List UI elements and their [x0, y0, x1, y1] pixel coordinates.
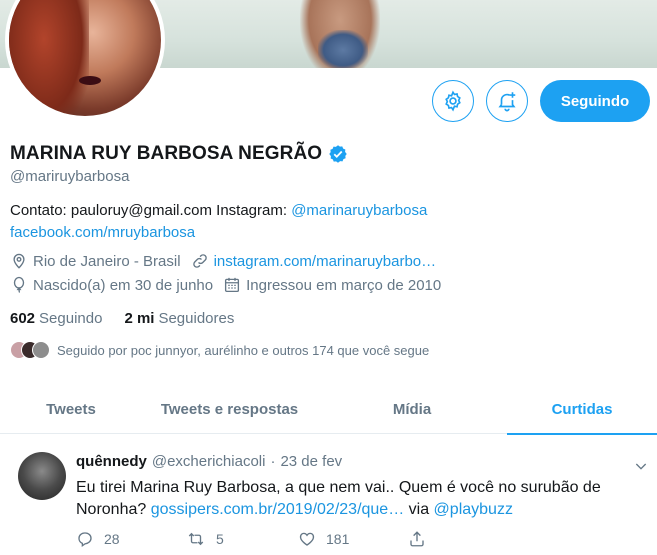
location-pin-icon — [13, 253, 25, 269]
profile-avatar[interactable] — [5, 0, 165, 120]
profile-stats: 602 Seguindo 2 mi Seguidores — [10, 310, 234, 327]
verified-badge-icon — [329, 145, 347, 163]
followed-by-row[interactable]: Seguido por poc junnyor, aurélinho e out… — [10, 341, 429, 359]
bio-instagram-link[interactable]: @marinaruybarbosa — [291, 202, 427, 219]
tweet-separator: · — [270, 453, 276, 470]
bio-text: Contato: pauloruy@gmail.com Instagram: — [10, 202, 292, 219]
chevron-down-icon[interactable] — [633, 458, 649, 474]
tweet-card[interactable]: quênnedy @excherichiacoli · 23 de fev Eu… — [0, 444, 657, 555]
heart-icon — [299, 532, 315, 546]
tweet-author-avatar[interactable] — [18, 452, 66, 500]
followers-stat[interactable]: 2 mi Seguidores — [124, 310, 234, 327]
reply-icon — [78, 532, 92, 548]
following-count: 602 — [10, 310, 36, 327]
avatar-image — [9, 0, 161, 116]
followed-by-text: Seguido por poc junnyor, aurélinho e out… — [57, 342, 430, 358]
retweet-icon — [188, 532, 204, 546]
tweet-mention[interactable]: @playbuzz — [434, 501, 513, 518]
website-link[interactable]: instagram.com/marinaruybarbo… — [214, 253, 437, 270]
mini-avatar — [32, 341, 50, 359]
banner-photo-detail — [318, 30, 368, 68]
joined-text: Ingressou em março de 2010 — [246, 276, 442, 294]
calendar-icon — [225, 277, 240, 293]
reply-button[interactable]: 28 — [76, 530, 186, 548]
tab-tweets[interactable]: Tweets — [0, 384, 142, 434]
tweet-header: quênnedy @excherichiacoli · 23 de fev — [76, 453, 342, 470]
settings-button[interactable] — [432, 80, 474, 122]
profile-website[interactable]: instagram.com/marinaruybarbo… — [191, 252, 437, 270]
profile-name: MARINA RUY BARBOSA NEGRÃO — [10, 143, 323, 164]
tweet-actions: 28 5 181 — [76, 530, 436, 548]
like-button[interactable]: 181 — [298, 530, 408, 548]
profile-name-row: MARINA RUY BARBOSA NEGRÃO — [10, 143, 348, 165]
birthday-text: Nascido(a) em 30 de junho — [33, 276, 214, 294]
profile-joined: Ingressou em março de 2010 — [223, 276, 441, 294]
share-icon — [410, 531, 424, 547]
avatar-lips — [79, 76, 101, 85]
avatar-hair — [9, 0, 89, 116]
profile-meta-row-1: Rio de Janeiro - Brasil instagram.com/ma… — [10, 252, 446, 270]
tab-media[interactable]: Mídia — [317, 384, 507, 434]
tweet-author-handle[interactable]: @excherichiacoli — [152, 453, 266, 470]
notifications-button[interactable] — [486, 80, 528, 122]
retweet-count: 5 — [216, 531, 224, 547]
tweet-via: via — [404, 501, 434, 518]
retweet-button[interactable]: 5 — [186, 530, 298, 548]
tweet-text: Eu tirei Marina Ruy Barbosa, a que nem v… — [76, 477, 641, 521]
profile-birthday: Nascido(a) em 30 de junho — [10, 276, 213, 294]
tab-tweets-and-replies[interactable]: Tweets e respostas — [142, 384, 317, 434]
balloon-icon — [13, 276, 25, 293]
profile-bio: Contato: pauloruy@gmail.com Instagram: @… — [10, 200, 650, 244]
following-button[interactable]: Seguindo — [540, 80, 650, 122]
tweet-author-name[interactable]: quênnedy — [76, 453, 147, 470]
location-text: Rio de Janeiro - Brasil — [33, 252, 181, 270]
tweet-link[interactable]: gossipers.com.br/2019/02/23/que… — [151, 501, 404, 518]
gear-icon — [445, 90, 461, 112]
tweet-date[interactable]: 23 de fev — [280, 453, 342, 470]
followed-by-avatars — [10, 341, 50, 359]
followers-count: 2 mi — [124, 310, 155, 327]
like-count: 181 — [326, 531, 350, 547]
link-icon — [192, 254, 207, 268]
reply-count: 28 — [104, 531, 120, 547]
following-label: Seguindo — [39, 310, 103, 327]
following-stat[interactable]: 602 Seguindo — [10, 310, 102, 327]
bell-plus-icon — [498, 92, 516, 112]
profile-meta-row-2: Nascido(a) em 30 de junho Ingressou em m… — [10, 276, 451, 294]
profile-tabs: Tweets Tweets e respostas Mídia Curtidas — [0, 384, 657, 435]
bio-facebook-link[interactable]: facebook.com/mruybarbosa — [10, 224, 195, 241]
followers-label: Seguidores — [158, 310, 235, 327]
tab-likes[interactable]: Curtidas — [507, 384, 657, 435]
share-button[interactable] — [408, 530, 436, 548]
profile-handle: @mariruybarbosa — [10, 168, 130, 185]
profile-location: Rio de Janeiro - Brasil — [10, 252, 181, 270]
